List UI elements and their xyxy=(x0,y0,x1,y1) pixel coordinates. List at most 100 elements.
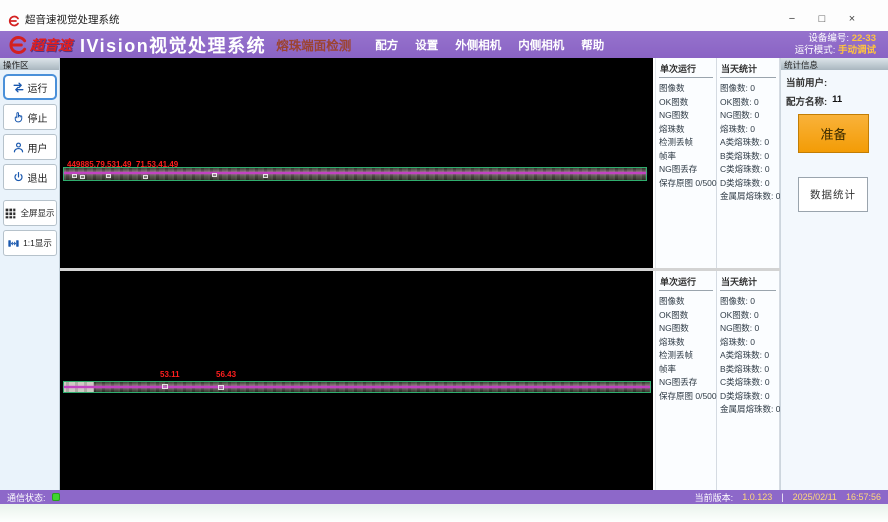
run-mode-value: 手动调试 xyxy=(838,45,876,56)
stat-row: 帧率 xyxy=(659,363,713,377)
detection-marker xyxy=(80,175,85,179)
menu-recipe[interactable]: 配方 xyxy=(375,37,398,53)
detection-marker xyxy=(162,384,168,389)
single-run-title: 单次运行 xyxy=(659,273,713,291)
one-to-one-icon xyxy=(7,237,20,250)
version-label: 当前版本: xyxy=(695,491,734,504)
operation-sidebar: 操作区 运行 停止 用户 退出 xyxy=(0,58,60,490)
stat-row: 熔珠数 xyxy=(659,336,713,350)
comm-status-label: 通信状态: xyxy=(7,491,46,504)
detection-marker xyxy=(218,385,224,390)
stat-row: OK图数: 0 xyxy=(720,96,776,110)
detection-marker xyxy=(143,175,148,179)
stats-panel-top: 单次运行 图像数 OK图数 NG图数 熔珠数 检测丢帧 帧率 NG图丢存 保存原… xyxy=(655,58,780,268)
stat-row: 图像数 xyxy=(659,295,713,309)
prepare-button[interactable]: 准备 xyxy=(798,114,869,153)
window-title: 超音速视觉处理系统 xyxy=(25,12,120,27)
stat-row: B类熔珠数: 0 xyxy=(720,150,776,164)
data-statistics-button[interactable]: 数据统计 xyxy=(798,177,868,212)
stat-row: 熔珠数: 0 xyxy=(720,336,776,350)
device-number-value: 22-33 xyxy=(852,33,876,44)
detection-marker xyxy=(263,174,268,178)
status-separator: | xyxy=(781,492,783,502)
stat-row: NG图丢存 xyxy=(659,163,713,177)
run-cycle-icon xyxy=(12,81,25,94)
stat-row: C类熔珠数: 0 xyxy=(720,163,776,177)
stat-row: 熔珠数: 0 xyxy=(720,123,776,137)
exit-button-label: 退出 xyxy=(28,170,48,185)
user-icon xyxy=(12,141,25,154)
single-run-column: 单次运行 图像数 OK图数 NG图数 熔珠数 检测丢帧 帧率 NG图丢存 保存原… xyxy=(655,271,717,490)
weld-strip-image xyxy=(63,167,647,181)
stat-row: 保存原图 0/500 xyxy=(659,177,713,191)
run-button-label: 运行 xyxy=(28,80,48,95)
measurement-label-1: 53.11 xyxy=(160,370,180,379)
detection-marker xyxy=(106,174,111,178)
menu-inner-camera[interactable]: 内侧相机 xyxy=(518,37,564,53)
fullscreen-button[interactable]: 全屏显示 xyxy=(3,200,57,226)
fullscreen-grid-icon xyxy=(4,207,17,220)
measure-line-overlay xyxy=(64,172,646,174)
stat-row: C类熔珠数: 0 xyxy=(720,376,776,390)
one-to-one-button[interactable]: 1:1显示 xyxy=(3,230,57,256)
stat-row: 图像数: 0 xyxy=(720,82,776,96)
stat-row: 金属屑熔珠数: 0 xyxy=(720,190,776,204)
brand-logo-icon xyxy=(8,35,28,55)
single-run-column: 单次运行 图像数 OK图数 NG图数 熔珠数 检测丢帧 帧率 NG图丢存 保存原… xyxy=(655,58,717,268)
main-menu: 配方 设置 外侧相机 内侧相机 帮助 xyxy=(375,37,604,53)
app-window: 超音速视觉处理系统 − □ × 超音速 IVision视觉处理系统 熔珠端面检测… xyxy=(0,0,888,522)
brand-name: 超音速 xyxy=(30,35,72,55)
user-button-label: 用户 xyxy=(28,140,48,155)
single-run-title: 单次运行 xyxy=(659,60,713,78)
sidebar-title: 操作区 xyxy=(0,58,59,70)
stats-panel-bottom: 单次运行 图像数 OK图数 NG图数 熔珠数 检测丢帧 帧率 NG图丢存 保存原… xyxy=(655,271,780,490)
comm-status-indicator xyxy=(52,493,60,501)
stat-row: OK图数 xyxy=(659,96,713,110)
measurement-annotation: 449885.79,531.49 71.53,41.49 xyxy=(67,160,178,169)
user-button[interactable]: 用户 xyxy=(3,134,57,160)
stat-row: 金属屑熔珠数: 0 xyxy=(720,403,776,417)
stat-row: OK图数 xyxy=(659,309,713,323)
today-title: 当天统计 xyxy=(720,60,776,78)
stat-row: NG图数: 0 xyxy=(720,322,776,336)
stat-row: 检测丢帧 xyxy=(659,349,713,363)
stop-hand-icon xyxy=(12,111,25,124)
version-value: 1.0.123 xyxy=(742,492,772,502)
stat-row: A类熔珠数: 0 xyxy=(720,136,776,150)
status-time: 16:57:56 xyxy=(846,492,881,502)
menu-outer-camera[interactable]: 外侧相机 xyxy=(455,37,501,53)
one-to-one-button-label: 1:1显示 xyxy=(23,237,52,249)
stat-row: NG图数 xyxy=(659,109,713,123)
close-button[interactable]: × xyxy=(842,12,862,27)
menu-settings[interactable]: 设置 xyxy=(415,37,438,53)
status-bar-right: 当前版本: 1.0.123 | 2025/02/11 16:57:56 xyxy=(695,491,881,504)
stat-row: NG图数 xyxy=(659,322,713,336)
measure-line-overlay xyxy=(64,386,650,388)
desktop-edge xyxy=(0,504,888,522)
today-column: 当天统计 图像数: 0 OK图数: 0 NG图数: 0 熔珠数: 0 A类熔珠数… xyxy=(717,271,780,490)
stat-row: D类熔珠数: 0 xyxy=(720,177,776,191)
minimize-button[interactable]: − xyxy=(782,12,802,27)
stop-button[interactable]: 停止 xyxy=(3,104,57,130)
stat-row: 熔珠数 xyxy=(659,123,713,137)
stat-row: 保存原图 0/500 xyxy=(659,390,713,404)
recipe-name-label: 配方名称: xyxy=(786,94,827,108)
info-panel: 统计信息 当前用户: 配方名称: 11 准备 数据统计 xyxy=(780,58,888,490)
run-mode-label: 运行模式: xyxy=(795,45,836,56)
maximize-button[interactable]: □ xyxy=(812,12,832,27)
menu-help[interactable]: 帮助 xyxy=(581,37,604,53)
camera-viewport-bottom: 53.11 56.43 xyxy=(60,271,653,490)
recipe-name-value: 11 xyxy=(832,94,842,108)
info-panel-title: 统计信息 xyxy=(781,58,888,70)
titlebar: 超音速视觉处理系统 − □ × xyxy=(0,0,888,31)
status-date: 2025/02/11 xyxy=(793,492,837,502)
run-button[interactable]: 运行 xyxy=(3,74,57,100)
stop-button-label: 停止 xyxy=(28,110,48,125)
fullscreen-button-label: 全屏显示 xyxy=(20,207,54,219)
detection-marker xyxy=(72,174,77,178)
stat-row: B类熔珠数: 0 xyxy=(720,363,776,377)
device-info: 设备编号: 22-33 运行模式: 手动调试 xyxy=(795,33,876,57)
camera-viewport-top: 449885.79,531.49 71.53,41.49 xyxy=(60,58,653,268)
today-title: 当天统计 xyxy=(720,273,776,291)
exit-button[interactable]: 退出 xyxy=(3,164,57,190)
